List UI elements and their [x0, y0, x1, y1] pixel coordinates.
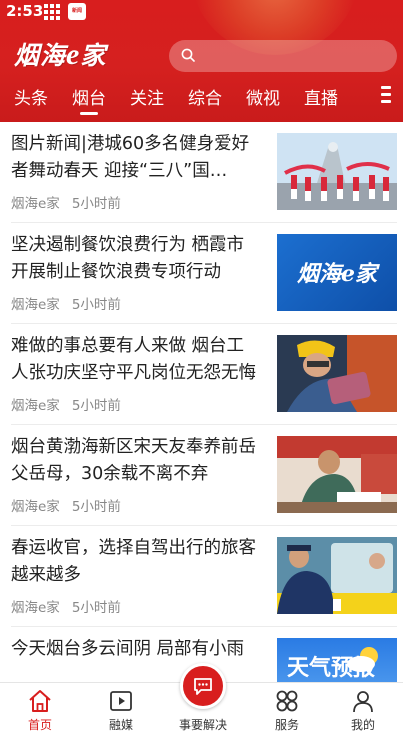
nav-issue-solve-label: 事要解决: [178, 718, 227, 732]
logo-text-e: e: [66, 38, 81, 71]
app-logo: 烟海e家: [14, 36, 106, 72]
tab-live[interactable]: 直播: [304, 84, 338, 109]
news-meta: 烟海e家 5小时前: [11, 495, 121, 515]
news-time: 5小时前: [71, 196, 121, 212]
tab-yantai[interactable]: 烟台: [72, 84, 106, 115]
nav-home-label: 首页: [27, 718, 52, 732]
news-time: 5小时前: [71, 398, 121, 414]
news-time: 5小时前: [71, 600, 121, 616]
grid-icon: [276, 690, 298, 712]
news-meta: 烟海e家 5小时前: [11, 596, 121, 616]
news-meta: 烟海e家 5小时前: [11, 192, 121, 212]
search-icon: [181, 48, 195, 62]
status-time: 2:53: [6, 2, 44, 20]
search-input[interactable]: [169, 40, 397, 72]
tab-general[interactable]: 综合: [188, 84, 222, 109]
news-title: 坚决遏制餐饮浪费行为 栖霞市开展制止餐饮浪费专项行动: [11, 235, 245, 282]
news-meta: 烟海e家 5小时前: [11, 293, 121, 313]
news-title: 今天烟台多云间阴 局部有小雨: [11, 639, 245, 659]
news-item[interactable]: 烟台黄渤海新区宋天友奉养前岳父岳母，30余载不离不弃 烟海e家 5小时前: [0, 425, 403, 526]
nav-home[interactable]: 首页: [0, 683, 80, 736]
channel-menu-icon[interactable]: [381, 86, 391, 106]
status-bar: 2:53 新闻: [0, 0, 403, 24]
nav-profile[interactable]: 我的: [323, 683, 403, 736]
news-feed: 图片新闻|港城60多名健身爱好者舞动春天 迎接“三八”国… 烟海e家 5小时前: [0, 122, 403, 682]
nav-service[interactable]: 服务: [247, 683, 327, 736]
chat-icon: [194, 678, 212, 695]
nav-profile-label: 我的: [350, 718, 375, 732]
news-thumbnail-weather: 天气预报: [277, 638, 397, 682]
news-item[interactable]: 春运收官，选择自驾出行的旅客越来越多 烟海e家 5小时前: [0, 526, 403, 627]
channel-tabs: 头条 烟台 关注 综合 微视 直播: [0, 84, 403, 115]
nav-media[interactable]: 融媒: [81, 683, 161, 736]
news-source: 烟海e家: [11, 196, 60, 212]
news-time: 5小时前: [71, 499, 121, 515]
news-item[interactable]: 坚决遏制餐饮浪费行为 栖霞市开展制止餐饮浪费专项行动 烟海e家 5小时前 烟海e家: [0, 223, 403, 324]
logo-text-main: 烟海: [14, 41, 67, 70]
news-thumbnail-toll: [277, 537, 397, 614]
tab-follow[interactable]: 关注: [130, 84, 164, 109]
thumb-logo-text: 烟海e家: [297, 261, 377, 287]
news-meta: 烟海e家 5小时前: [11, 394, 121, 414]
news-time: 5小时前: [71, 297, 121, 313]
play-icon: [110, 691, 132, 711]
app-grid-icon: [44, 4, 60, 20]
news-app-icon: 新闻: [68, 3, 86, 20]
sun-cloud-icon: [347, 647, 378, 672]
tab-headlines[interactable]: 头条: [14, 84, 48, 109]
news-source: 烟海e家: [11, 499, 60, 515]
nav-media-label: 融媒: [108, 718, 133, 732]
news-title: 图片新闻|港城60多名健身爱好者舞动春天 迎接“三八”国…: [11, 134, 250, 181]
user-icon: [353, 691, 373, 713]
tab-video[interactable]: 微视: [246, 84, 280, 109]
news-item[interactable]: 难做的事总要有人来做 烟台工人张功庆坚守平凡岗位无怨无悔 烟海e家 5小时前: [0, 324, 403, 425]
news-title: 烟台黄渤海新区宋天友奉养前岳父岳母，30余载不离不弃: [11, 437, 256, 484]
news-source: 烟海e家: [11, 398, 60, 414]
news-item[interactable]: 图片新闻|港城60多名健身爱好者舞动春天 迎接“三八”国… 烟海e家 5小时前: [0, 122, 403, 223]
news-source: 烟海e家: [11, 297, 60, 313]
app-header: 2:53 新闻 烟海e家 头条 烟台 关注 综合 微视 直播: [0, 0, 403, 122]
news-source: 烟海e家: [11, 600, 60, 616]
news-title: 春运收官，选择自驾出行的旅客越来越多: [11, 538, 256, 585]
news-thumbnail-worker: [277, 335, 397, 412]
news-thumbnail-dance: [277, 133, 397, 210]
news-title: 难做的事总要有人来做 烟台工人张功庆坚守平凡岗位无怨无悔: [11, 336, 256, 383]
home-icon: [29, 690, 51, 712]
logo-text-tail: 家: [80, 41, 107, 70]
nav-service-label: 服务: [274, 718, 299, 732]
news-thumbnail-logo: 烟海e家: [277, 234, 397, 311]
news-thumbnail-elderly: [277, 436, 397, 513]
issue-solve-button[interactable]: [180, 663, 226, 709]
